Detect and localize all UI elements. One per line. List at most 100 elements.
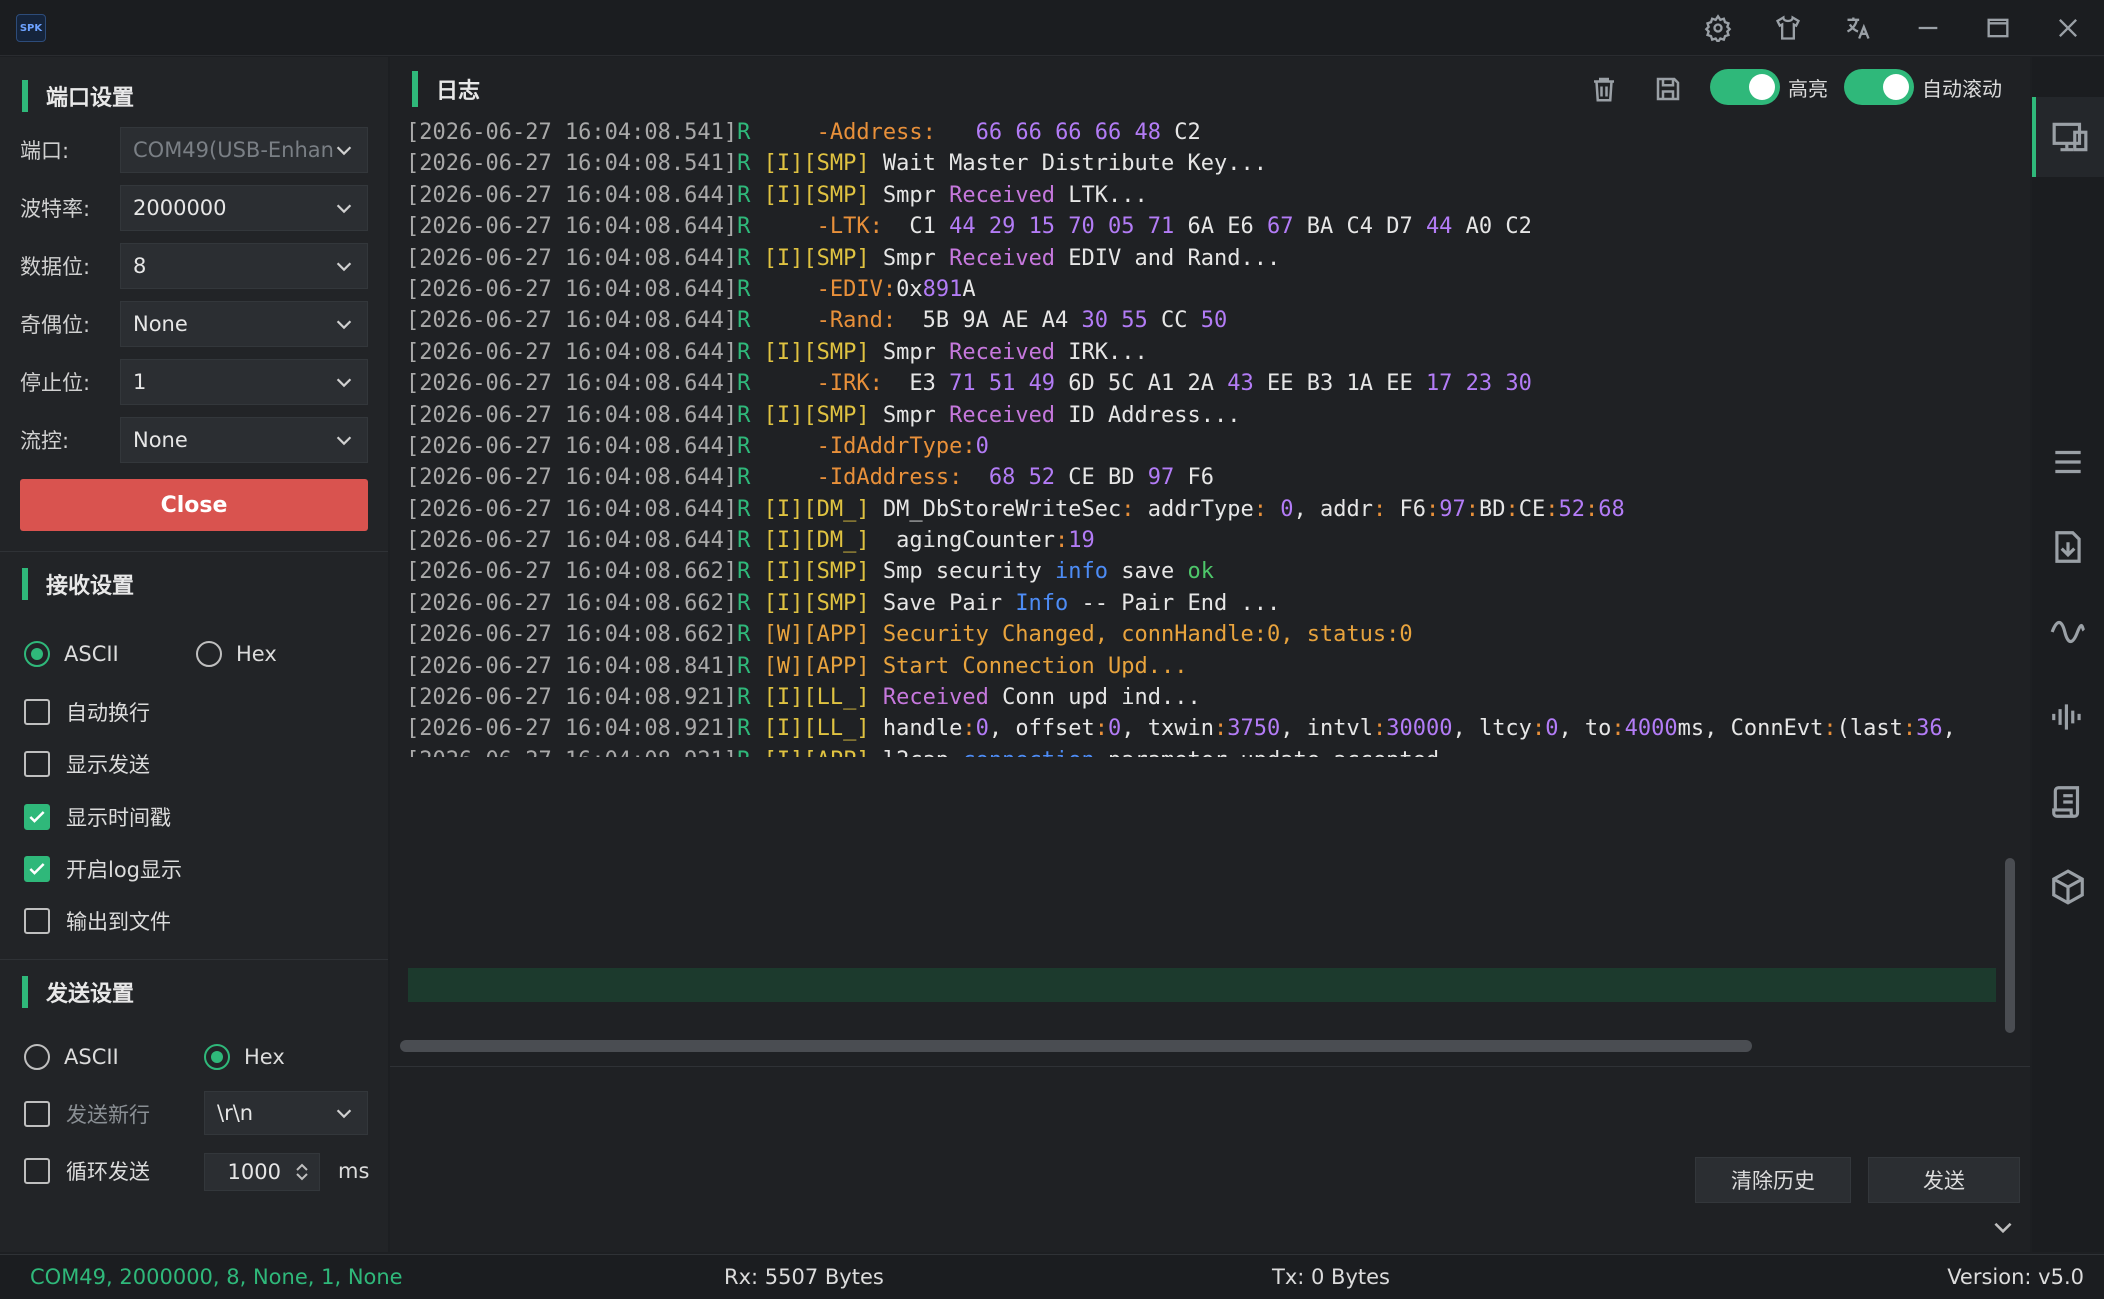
log-segment: 43	[1227, 371, 1254, 397]
chevron-down-icon[interactable]	[1990, 1214, 2020, 1244]
newline-select[interactable]: \r\n	[204, 1091, 368, 1135]
audio-bars-icon[interactable]	[2032, 677, 2104, 757]
send-hex-radio[interactable]: Hex	[204, 1044, 285, 1070]
package-icon[interactable]	[2032, 847, 2104, 927]
databits-select[interactable]: 8	[120, 243, 368, 289]
log-line: [2026-06-27 16:04:08.644]R -IRK: E3 71 5…	[406, 368, 2006, 399]
right-sidebar	[2032, 57, 2104, 1252]
log-segment: :	[962, 716, 976, 742]
receive-ascii-radio[interactable]: ASCII	[24, 641, 119, 667]
download-file-icon[interactable]	[2032, 507, 2104, 587]
port-label: 端口:	[20, 139, 70, 163]
log-segment: :	[1584, 496, 1599, 522]
log-segment: [2026-06-27 16:04:08.644]	[406, 402, 738, 428]
log-segment	[962, 465, 989, 490]
output-to-file-checkbox[interactable]: 输出到文件	[24, 906, 171, 936]
databits-label: 数据位:	[20, 255, 91, 279]
log-vertical-scrollbar[interactable]	[2005, 858, 2015, 1033]
log-segment	[870, 685, 883, 710]
shirt-icon[interactable]	[1760, 8, 1816, 48]
loop-interval-input[interactable]: 1000	[204, 1153, 320, 1191]
log-segment: :	[1094, 716, 1109, 742]
auto-wrap-checkbox[interactable]: 自动换行	[24, 697, 150, 727]
log-segment: R	[737, 245, 751, 271]
log-segment: R	[737, 528, 751, 554]
log-segment: parameter update accepted	[1095, 748, 1439, 757]
log-panel: 日志 高亮 自动滚动 [2026-06-27 16:04:08.541]R -A…	[390, 57, 2030, 1066]
log-segment: IRK...	[1055, 339, 1148, 365]
log-segment: R	[737, 308, 751, 334]
log-segment: 5B 9A AE A4	[896, 308, 1082, 334]
trash-icon[interactable]	[1582, 67, 1626, 111]
minimize-icon[interactable]	[1900, 8, 1956, 48]
log-segment: [2026-06-27 16:04:08.541]	[406, 120, 738, 145]
parity-select[interactable]: None	[120, 301, 368, 347]
log-segment: R	[737, 214, 751, 240]
enable-log-checkbox[interactable]: 开启log显示	[24, 854, 182, 884]
log-segment	[750, 434, 816, 459]
scroll-icon[interactable]	[2032, 762, 2104, 842]
log-segment	[750, 151, 763, 176]
log-segment: [2026-06-27 16:04:08.644]	[406, 214, 738, 240]
loop-send-checkbox[interactable]: 循环发送	[24, 1156, 150, 1186]
log-segment: info	[1055, 559, 1109, 585]
clear-history-button[interactable]: 清除历史	[1695, 1157, 1851, 1203]
translate-icon[interactable]	[1830, 8, 1886, 48]
show-timestamp-checkbox[interactable]: 显示时间戳	[24, 802, 171, 832]
chevron-down-icon	[336, 262, 352, 272]
log-segment: :	[1055, 528, 1069, 554]
log-segment: A0 C2	[1452, 214, 1532, 240]
baud-select[interactable]: 2000000	[120, 185, 368, 231]
maximize-icon[interactable]	[1970, 8, 2026, 48]
receive-hex-radio[interactable]: Hex	[196, 641, 277, 667]
log-segment: 44 29 15 70 05 71	[949, 214, 1175, 240]
show-sent-checkbox[interactable]: 显示发送	[24, 749, 150, 779]
log-segment	[750, 340, 763, 365]
send-button[interactable]: 发送	[1868, 1157, 2020, 1203]
send-ascii-radio[interactable]: ASCII	[24, 1044, 119, 1070]
save-icon[interactable]	[1646, 67, 1690, 111]
devices-icon[interactable]	[2032, 97, 2104, 177]
log-segment: , intvl	[1280, 716, 1373, 742]
loop-unit-label: ms	[338, 1159, 370, 1183]
autoscroll-toggle[interactable]: 自动滚动	[1844, 69, 2002, 105]
log-segment: 0	[1280, 496, 1294, 522]
send-newline-checkbox[interactable]: 发送新行	[24, 1099, 150, 1129]
log-line: [2026-06-27 16:04:08.541]R -Address: 66 …	[406, 117, 2006, 148]
log-line: [2026-06-27 16:04:08.644]R [I][SMP] Smpr…	[406, 337, 2006, 368]
close-port-button[interactable]: Close	[20, 479, 368, 531]
log-segment: [I][DM_]	[763, 528, 870, 554]
log-segment: -EDIV:	[816, 276, 897, 302]
log-segment: Info	[1015, 590, 1069, 616]
log-segment: :	[1902, 716, 1917, 742]
log-segment: addrType	[1134, 496, 1254, 522]
highlight-toggle[interactable]: 高亮	[1710, 69, 1828, 105]
log-segment: A	[962, 276, 976, 302]
log-segment: Received	[949, 339, 1056, 365]
log-segment: -Rand:	[816, 308, 897, 334]
log-segment: BD	[1478, 496, 1506, 522]
flow-select[interactable]: None	[120, 417, 368, 463]
log-segment: [2026-06-27 16:04:08.644]	[406, 339, 738, 365]
stopbits-select[interactable]: 1	[120, 359, 368, 405]
log-segment	[1267, 497, 1280, 522]
log-output[interactable]: [2026-06-27 16:04:08.541]R -Address: 66 …	[406, 117, 2006, 757]
log-line: [2026-06-27 16:04:08.644]R [I][SMP] Smpr…	[406, 400, 2006, 431]
app-logo: SPK	[16, 14, 46, 42]
menu-icon[interactable]	[2032, 422, 2104, 502]
close-icon[interactable]	[2040, 8, 2096, 48]
log-segment: save	[1108, 559, 1188, 585]
port-select[interactable]: COM49(USB-Enhanced-SERIAL)	[120, 127, 368, 173]
log-segment: 0	[975, 433, 989, 459]
log-segment: [2026-06-27 16:04:08.644]	[406, 496, 738, 522]
baud-label: 波特率:	[20, 197, 91, 221]
spinner[interactable]	[295, 1162, 309, 1182]
log-segment	[750, 654, 763, 679]
log-line: [2026-06-27 16:04:08.921]R [I][LL_] hand…	[406, 713, 2006, 744]
log-line: [2026-06-27 16:04:08.921]R [I][LL_] Rece…	[406, 682, 2006, 713]
send-input[interactable]	[400, 1077, 2010, 1167]
log-horizontal-scrollbar[interactable]	[400, 1040, 1752, 1052]
log-segment: [I][SMP]	[763, 402, 870, 428]
gear-icon[interactable]	[1690, 8, 1746, 48]
wave-icon[interactable]	[2032, 592, 2104, 672]
